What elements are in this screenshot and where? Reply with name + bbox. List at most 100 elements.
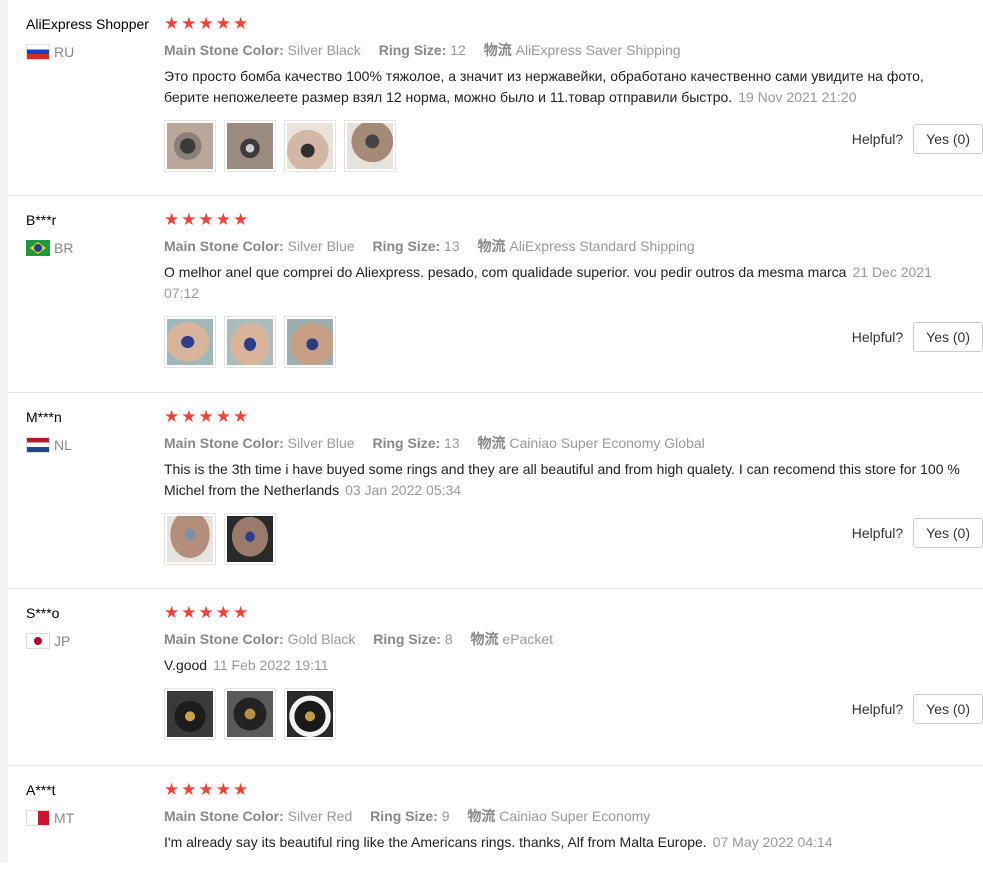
review-item: B***r BR ★ ★ ★ ★ ★ Main Stone Color: Silver … — [8, 210, 983, 393]
review-photo-thumbnail[interactable] — [164, 120, 216, 172]
star-icon: ★ — [198, 210, 214, 229]
attr-key: Main Stone Color: — [164, 42, 284, 58]
attr-value: AliExpress Standard Shipping — [509, 238, 695, 254]
review-item: M***n NL ★ ★ ★ ★ ★ Main Stone Color: Silver … — [8, 407, 983, 589]
review-content: ★ ★ ★ ★ ★ Main Stone Color: Silver Red Ring … — [164, 780, 964, 853]
attr-key: 物流 — [483, 42, 512, 58]
attr-key: 物流 — [470, 631, 499, 647]
helpful-yes-button[interactable]: Yes (0) — [913, 124, 983, 154]
attr-key: Main Stone Color: — [164, 631, 284, 647]
attr-value: 12 — [450, 42, 466, 58]
star-icon: ★ — [198, 603, 214, 622]
helpful-section: Helpful? Yes (0) — [852, 322, 983, 352]
helpful-yes-button[interactable]: Yes (0) — [913, 322, 983, 352]
review-body: O melhor anel que comprei do Aliexpress.… — [164, 264, 847, 280]
review-date: 11 Feb 2022 19:11 — [213, 657, 329, 673]
attr-value: 13 — [444, 238, 460, 254]
helpful-label: Helpful? — [851, 701, 904, 717]
left-rule — [0, 0, 8, 863]
helpful-section: Helpful? Yes (0) — [852, 694, 983, 724]
attr-key: 物流 — [477, 238, 506, 254]
helpful-yes-button[interactable]: Yes (0) — [913, 518, 983, 548]
helpful-section: Helpful? Yes (0) — [852, 518, 983, 548]
review-date: 19 Nov 2021 21:20 — [738, 89, 857, 105]
review-photo-thumbnail[interactable] — [224, 513, 276, 565]
star-icon: ★ — [233, 14, 249, 33]
star-icon: ★ — [164, 780, 180, 799]
review-photos — [164, 513, 964, 565]
reviewer-info: M***n NL — [26, 407, 176, 455]
review-date: 07 May 2022 04:14 — [712, 834, 833, 850]
star-icon: ★ — [233, 407, 249, 426]
star-icon: ★ — [164, 14, 180, 33]
star-icon: ★ — [215, 210, 231, 229]
flag-br-icon — [26, 240, 50, 256]
country-code: JP — [54, 633, 71, 649]
review-attributes: Main Stone Color: Silver Red Ring Size: … — [164, 806, 964, 826]
review-photo-thumbnail[interactable] — [284, 688, 336, 740]
attr-value: Cainiao Super Economy — [499, 808, 651, 824]
review-photos — [164, 120, 964, 172]
attr-key: Ring Size: — [373, 631, 441, 647]
attr-key: 物流 — [467, 808, 496, 824]
helpful-section: Helpful? Yes (0) — [852, 124, 983, 154]
star-icon: ★ — [181, 407, 197, 426]
reviewer-country: RU — [26, 42, 176, 62]
review-text: Это просто бомба качество 100% тяжолое, … — [164, 66, 964, 108]
review-photo-thumbnail[interactable] — [284, 120, 336, 172]
review-content: ★ ★ ★ ★ ★ Main Stone Color: Gold Black Ring … — [164, 603, 964, 740]
review-photo-thumbnail[interactable] — [164, 688, 216, 740]
review-attributes: Main Stone Color: Silver Black Ring Size… — [164, 40, 964, 60]
review-content: ★ ★ ★ ★ ★ Main Stone Color: Silver Black Rin… — [164, 14, 964, 172]
reviewer-info: S***o JP — [26, 603, 176, 651]
flag-nl-icon — [26, 437, 50, 453]
review-photos — [164, 316, 964, 368]
review-photo-thumbnail[interactable] — [224, 120, 276, 172]
review-item: A***t MT ★ ★ ★ ★ ★ Main Stone Color: Silver … — [8, 780, 983, 870]
review-body: This is the 3th time i have buyed some r… — [164, 461, 960, 498]
country-code: NL — [54, 437, 72, 453]
attr-value: Gold Black — [287, 631, 356, 647]
attr-value: ePacket — [502, 631, 553, 647]
review-photo-thumbnail[interactable] — [344, 120, 396, 172]
star-icon: ★ — [181, 780, 197, 799]
review-photo-thumbnail[interactable] — [224, 688, 276, 740]
helpful-label: Helpful? — [851, 329, 904, 345]
attr-key: 物流 — [477, 435, 506, 451]
star-rating: ★ ★ ★ ★ ★ — [164, 780, 964, 800]
review-photo-thumbnail[interactable] — [164, 316, 216, 368]
star-icon: ★ — [164, 603, 180, 622]
helpful-yes-button[interactable]: Yes (0) — [913, 694, 983, 724]
attr-key: Ring Size: — [372, 238, 441, 254]
star-icon: ★ — [164, 407, 180, 426]
review-content: ★ ★ ★ ★ ★ Main Stone Color: Silver Blue Ring… — [164, 407, 964, 565]
review-item: AliExpress Shopper RU ★ ★ ★ ★ ★ Main Stone C… — [8, 14, 983, 196]
reviewer-info: A***t MT — [26, 780, 176, 828]
review-attributes: Main Stone Color: Gold Black Ring Size: … — [164, 629, 964, 649]
review-text: O melhor anel que comprei do Aliexpress.… — [164, 262, 964, 304]
star-icon: ★ — [215, 14, 231, 33]
attr-key: Ring Size: — [372, 435, 441, 451]
star-rating: ★ ★ ★ ★ ★ — [164, 407, 964, 427]
review-photo-thumbnail[interactable] — [164, 513, 216, 565]
star-icon: ★ — [198, 780, 214, 799]
flag-jp-icon — [26, 633, 50, 649]
flag-ru-icon — [26, 44, 50, 60]
review-photo-thumbnail[interactable] — [284, 316, 336, 368]
attr-key: Ring Size: — [370, 808, 438, 824]
attr-value: Silver Red — [287, 808, 353, 824]
reviewer-country: MT — [26, 808, 176, 828]
star-icon: ★ — [181, 603, 197, 622]
reviewer-name: AliExpress Shopper — [26, 16, 149, 32]
review-attributes: Main Stone Color: Silver Blue Ring Size:… — [164, 236, 964, 256]
reviewer-info: B***r BR — [26, 210, 176, 258]
attr-value: 8 — [444, 631, 453, 647]
review-body: V.good — [164, 657, 208, 673]
reviewer-name: M***n — [26, 409, 62, 425]
star-rating: ★ ★ ★ ★ ★ — [164, 603, 964, 623]
attr-key: Ring Size: — [378, 42, 447, 58]
attr-key: Main Stone Color: — [164, 435, 284, 451]
star-icon: ★ — [215, 407, 231, 426]
flag-mt-icon — [26, 810, 50, 826]
review-photo-thumbnail[interactable] — [224, 316, 276, 368]
